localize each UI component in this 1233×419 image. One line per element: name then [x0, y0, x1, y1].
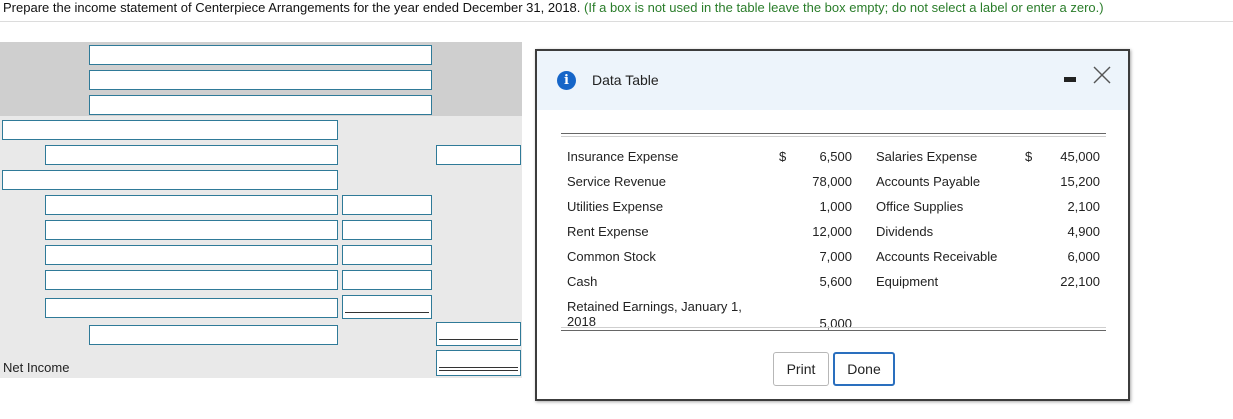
dollar-sign: $: [1025, 149, 1033, 164]
expense-label-field[interactable]: [45, 195, 338, 215]
row-value: 1,000: [819, 199, 852, 214]
row-value: 5,600: [819, 274, 852, 289]
info-icon: i: [557, 71, 576, 90]
row-label: Accounts Receivable: [876, 249, 998, 264]
row-label: Salaries Expense: [876, 149, 978, 164]
double-underline-bottom: [439, 370, 518, 371]
underline: [345, 312, 429, 313]
expense-amount-field[interactable]: [342, 195, 432, 215]
total-expenses-label-field[interactable]: [89, 325, 338, 345]
row-value: 22,100: [1060, 274, 1100, 289]
expense-amount-field[interactable]: [342, 295, 432, 319]
header-statement-field[interactable]: [89, 70, 432, 90]
row-label: Service Revenue: [567, 174, 666, 189]
divider: [0, 21, 1233, 22]
row-label: Dividends: [876, 224, 934, 239]
data-table: Insurance Expense $ 6,500 Salaries Expen…: [561, 133, 1106, 331]
row-label: Retained Earnings, January 1, 2018: [567, 299, 742, 329]
table-row: Cash 5,600 Equipment 22,100: [561, 269, 1106, 294]
row-value: 2,100: [1067, 199, 1100, 214]
row-label: Utilities Expense: [567, 199, 664, 214]
row-value: 78,000: [812, 174, 852, 189]
double-underline-top: [439, 367, 518, 368]
instruction-text: Prepare the income statement of Centerpi…: [3, 0, 1104, 16]
done-button[interactable]: Done: [833, 352, 895, 386]
table-row: Common Stock 7,000 Accounts Receivable 6…: [561, 244, 1106, 269]
print-button[interactable]: Print: [773, 352, 829, 386]
header-company-field[interactable]: [89, 45, 432, 65]
modal-title: Data Table: [592, 72, 659, 88]
header-period-field[interactable]: [89, 95, 432, 115]
table-row: Retained Earnings, January 1, 2018 5,000: [561, 295, 1106, 331]
revenue-label-field[interactable]: [45, 145, 338, 165]
table-row: Service Revenue 78,000 Accounts Payable …: [561, 169, 1106, 194]
row-value: 6,000: [1067, 249, 1100, 264]
dollar-sign: $: [779, 149, 787, 164]
row-label: Equipment: [876, 274, 939, 289]
instruction-hint: (If a box is not used in the table leave…: [584, 0, 1104, 15]
total-expenses-amount-field[interactable]: [436, 322, 521, 346]
expenses-section-label-field[interactable]: [2, 170, 338, 190]
underline: [439, 339, 518, 340]
instruction-main: Prepare the income statement of Centerpi…: [3, 0, 581, 15]
net-income-amount-field[interactable]: [436, 350, 521, 376]
expense-amount-field[interactable]: [342, 270, 432, 290]
table-row: Insurance Expense $ 6,500 Salaries Expen…: [561, 144, 1106, 169]
row-value: 7,000: [819, 249, 852, 264]
row-value: 6,500: [819, 149, 852, 164]
minimize-icon[interactable]: [1064, 77, 1076, 82]
expense-label-field[interactable]: [45, 220, 338, 240]
row-label: Insurance Expense: [567, 149, 679, 164]
row-label: Common Stock: [567, 249, 656, 264]
table-row: Rent Expense 12,000 Dividends 4,900: [561, 219, 1106, 244]
revenue-amount-field[interactable]: [436, 145, 521, 165]
expense-label-field[interactable]: [45, 245, 338, 265]
row-label: Cash: [567, 274, 598, 289]
close-icon[interactable]: [1091, 64, 1113, 86]
section-label-field[interactable]: [2, 120, 338, 140]
expense-amount-field[interactable]: [342, 220, 432, 240]
row-value: 5,000: [819, 316, 852, 331]
data-table-modal: i Data Table Insurance Expense $ 6,500 S…: [535, 49, 1130, 401]
table-row: Utilities Expense 1,000 Office Supplies …: [561, 194, 1106, 219]
expense-label-field[interactable]: [45, 270, 338, 290]
row-label: Rent Expense: [567, 224, 649, 239]
net-income-label: Net Income: [3, 360, 70, 375]
row-value: 15,200: [1060, 174, 1100, 189]
row-value: 12,000: [812, 224, 852, 239]
row-label: Accounts Payable: [876, 174, 981, 189]
income-statement-worksheet: Net Income: [0, 42, 522, 378]
expense-amount-field[interactable]: [342, 245, 432, 265]
modal-header: i Data Table: [537, 51, 1128, 110]
row-value: 4,900: [1067, 224, 1100, 239]
expense-label-field[interactable]: [45, 298, 338, 318]
row-label: Office Supplies: [876, 199, 964, 214]
row-value: 45,000: [1060, 149, 1100, 164]
